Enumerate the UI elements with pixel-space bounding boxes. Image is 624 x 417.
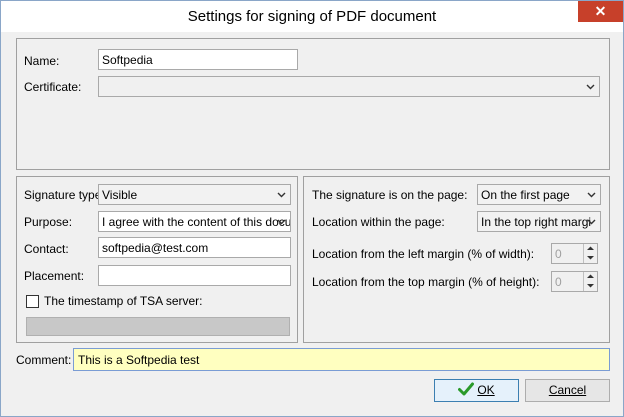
arrow-up-icon[interactable] <box>584 244 597 253</box>
chevron-down-icon <box>587 219 596 225</box>
title-bar[interactable]: Settings for signing of PDF document ✕ <box>1 1 623 32</box>
ok-button[interactable]: OK <box>434 379 519 402</box>
arrow-down-icon[interactable] <box>584 253 597 262</box>
certificate-label: Certificate: <box>24 80 82 94</box>
contact-label: Contact: <box>24 242 69 256</box>
page-label: The signature is on the page: <box>312 188 468 202</box>
tsa-server-input <box>26 317 290 336</box>
contact-input[interactable]: softpedia@test.com <box>98 237 291 258</box>
general-panel: Name: Softpedia Certificate: <box>16 38 610 170</box>
location-dropdown[interactable]: In the top right margi <box>477 211 601 232</box>
left-margin-value: 0 <box>555 247 562 261</box>
purpose-label: Purpose: <box>24 215 73 229</box>
signature-panel: Signature type: Visible Purpose: I agree… <box>16 176 298 343</box>
arrow-up-icon[interactable] <box>584 272 597 281</box>
chevron-down-icon <box>277 219 286 225</box>
checkmark-icon <box>458 382 475 396</box>
signature-type-dropdown[interactable]: Visible <box>98 184 291 205</box>
left-margin-spinner[interactable]: 0 <box>551 243 598 264</box>
tsa-label: The timestamp of TSA server: <box>44 294 203 308</box>
cancel-label: Cancel <box>548 383 587 397</box>
window-title: Settings for signing of PDF document <box>187 8 437 25</box>
location-value: In the top right margi <box>481 215 592 229</box>
chevron-down-icon <box>586 84 595 90</box>
close-icon: ✕ <box>594 3 607 19</box>
purpose-dropdown[interactable]: I agree with the content of this docu <box>98 211 291 232</box>
settings-dialog: Settings for signing of PDF document ✕ N… <box>0 0 624 417</box>
signature-type-value: Visible <box>102 188 138 202</box>
close-button[interactable]: ✕ <box>578 1 623 22</box>
top-margin-value: 0 <box>555 275 562 289</box>
certificate-dropdown[interactable] <box>98 76 600 97</box>
page-dropdown[interactable]: On the first page <box>477 184 601 205</box>
cancel-button[interactable]: Cancel <box>525 379 610 402</box>
page-value: On the first page <box>481 188 570 202</box>
left-margin-label: Location from the left margin (% of widt… <box>312 247 535 261</box>
top-margin-label: Location from the top margin (% of heigh… <box>312 275 540 289</box>
ok-label: OK <box>477 383 495 397</box>
arrow-down-icon[interactable] <box>584 281 597 290</box>
location-label: Location within the page: <box>312 215 445 229</box>
chevron-down-icon <box>277 192 286 198</box>
chevron-down-icon <box>587 192 596 198</box>
name-label: Name: <box>24 54 60 68</box>
comment-input[interactable]: This is a Softpedia test <box>73 348 610 371</box>
top-margin-spinner[interactable]: 0 <box>551 271 598 292</box>
signature-type-label: Signature type: <box>24 188 105 202</box>
comment-label: Comment: <box>16 353 72 367</box>
tsa-checkbox[interactable] <box>26 295 39 308</box>
purpose-value: I agree with the content of this docu <box>102 215 291 229</box>
name-input[interactable]: Softpedia <box>98 49 298 70</box>
placement-label: Placement: <box>24 269 85 283</box>
position-panel: The signature is on the page: On the fir… <box>303 176 610 343</box>
placement-input[interactable] <box>98 265 291 286</box>
